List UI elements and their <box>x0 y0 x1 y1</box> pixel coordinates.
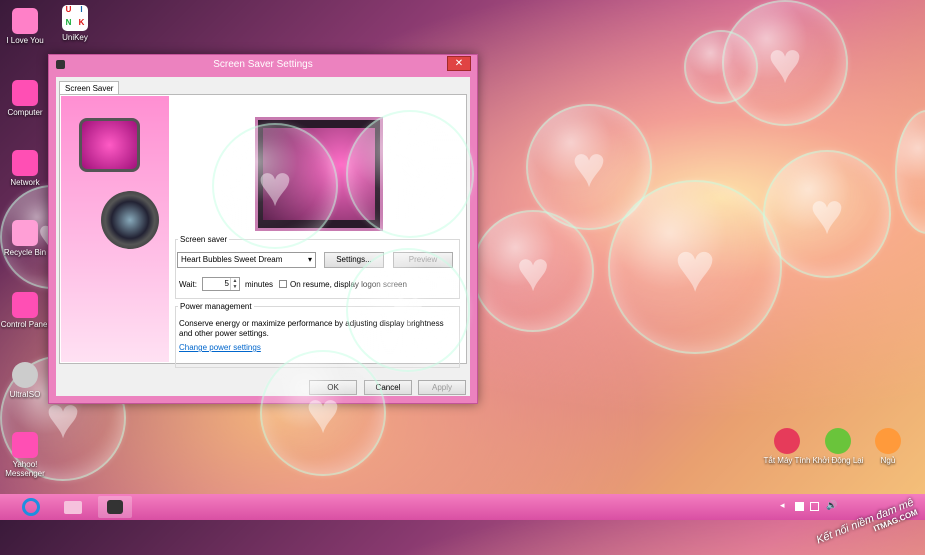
bubble: ♥ <box>260 350 386 476</box>
desktop-icon-label: Control Panel <box>0 320 50 329</box>
desktop-icon-yahoo-messenger[interactable]: Yahoo! Messenger <box>0 432 53 478</box>
bubble <box>895 110 925 234</box>
desktop-icon-sleep[interactable]: Ngủ <box>860 428 916 465</box>
desktop-icon-label: Khởi Động Lại <box>812 456 864 465</box>
network-icon <box>12 150 38 176</box>
yahoo-messenger-icon <box>12 432 38 458</box>
heart-icon: ♥ <box>571 134 607 200</box>
internet-explorer-icon <box>22 498 40 516</box>
bubble: ♥ <box>763 150 891 278</box>
restart-icon <box>825 428 851 454</box>
desktop-icon-label: Tắt Máy Tính <box>763 456 811 465</box>
tray-overflow-icon[interactable]: ◂ <box>780 500 785 511</box>
wait-value: 5 <box>224 279 229 288</box>
change-power-settings-link[interactable]: Change power settings <box>179 343 261 352</box>
desktop-icon-label: Ngủ <box>880 456 896 465</box>
shutdown-icon <box>774 428 800 454</box>
heart-icon: ♥ <box>809 181 845 247</box>
desktop-icon-restart[interactable]: Khởi Động Lại <box>810 428 866 465</box>
sleep-icon <box>875 428 901 454</box>
love-icon <box>12 8 38 34</box>
bubble: ♥ <box>472 210 594 332</box>
apply-button[interactable]: Apply <box>418 380 466 395</box>
desktop-icon-shutdown[interactable]: Tắt Máy Tính <box>759 428 815 465</box>
desktop-icon-label: UltraISO <box>9 390 41 399</box>
recycle-bin-icon <box>12 220 38 246</box>
ultraiso-icon <box>12 362 38 388</box>
bubble <box>684 30 758 104</box>
desktop-icon-i-love-you[interactable]: I Love You <box>0 8 53 45</box>
monitor-illustration <box>79 118 140 172</box>
window-title: Screen Saver Settings <box>213 59 313 70</box>
desktop-icon-label: Computer <box>7 108 43 117</box>
resume-logon-checkbox[interactable] <box>279 280 287 288</box>
power-management-label: Power management <box>180 302 252 311</box>
screensaver-taskbar-button[interactable] <box>98 496 132 518</box>
screensaver-group-label: Screen saver <box>180 235 228 244</box>
bubble: ♥ <box>346 110 474 238</box>
heart-icon: ♥ <box>392 140 428 208</box>
desktop-icon-unikey[interactable]: U I N K UniKey <box>47 5 103 42</box>
desktop-icon-ultraiso[interactable]: UltraISO <box>0 362 53 399</box>
unikey-letter: U <box>65 5 72 14</box>
desktop-icon-computer[interactable]: Computer <box>0 80 53 117</box>
screensaver-app-icon <box>107 500 123 514</box>
power-description-line2: and other power settings. <box>179 329 269 338</box>
desktop-icon-control-panel[interactable]: Control Panel <box>0 292 53 329</box>
heart-icon: ♥ <box>516 239 550 303</box>
screensaver-select-value: Heart Bubbles Sweet Dream <box>181 255 283 264</box>
desktop-icon-recycle-bin[interactable]: Recycle Bin <box>0 220 53 257</box>
wait-minutes-stepper[interactable]: 5 ▲ ▼ <box>202 277 240 291</box>
bubble: ♥ <box>212 123 338 249</box>
heart-icon: ♥ <box>767 30 803 96</box>
stepper-arrows-icon[interactable]: ▲ ▼ <box>230 278 239 290</box>
unikey-letter: K <box>78 18 85 27</box>
heart-icon: ♥ <box>305 380 341 446</box>
side-illustration <box>61 96 169 362</box>
window-titlebar[interactable]: Screen Saver Settings ✕ <box>49 55 477 75</box>
network-tray-icon[interactable] <box>810 502 819 511</box>
screensaver-select[interactable]: Heart Bubbles Sweet Dream ▾ <box>177 252 316 268</box>
control-panel-icon <box>12 292 38 318</box>
heart-icon: ♥ <box>257 153 293 219</box>
volume-icon[interactable]: 🔊 <box>826 500 837 511</box>
bubble: ♥ <box>346 248 470 372</box>
unikey-icon: U I N K <box>62 5 88 31</box>
file-explorer-taskbar-button[interactable] <box>56 496 90 518</box>
minutes-label: minutes <box>245 280 274 289</box>
lens-illustration <box>101 191 159 249</box>
tab-screen-saver[interactable]: Screen Saver <box>59 81 120 95</box>
desktop-icon-network[interactable]: Network <box>0 150 53 187</box>
internet-explorer-taskbar-button[interactable] <box>14 496 48 518</box>
chevron-down-icon: ▾ <box>307 255 312 264</box>
wait-label: Wait: <box>179 280 197 289</box>
computer-icon <box>12 80 38 106</box>
desktop-icon-label: Yahoo! Messenger <box>5 460 45 478</box>
desktop-icon-label: I Love You <box>6 36 44 45</box>
close-button[interactable]: ✕ <box>447 56 471 71</box>
desktop-icon-label: UniKey <box>62 33 88 42</box>
desktop-icon-label: Network <box>10 178 40 187</box>
unikey-letter: I <box>80 5 83 14</box>
unikey-letter: N <box>65 18 72 27</box>
taskbar: ◂ 🔊 <box>0 494 925 520</box>
heart-icon: ♥ <box>391 278 425 342</box>
action-center-icon[interactable] <box>795 502 804 511</box>
heart-icon: ♥ <box>674 228 716 306</box>
desktop-icon-label: Recycle Bin <box>3 248 47 257</box>
folder-icon <box>64 501 82 514</box>
bubble: ♥ <box>608 180 782 354</box>
